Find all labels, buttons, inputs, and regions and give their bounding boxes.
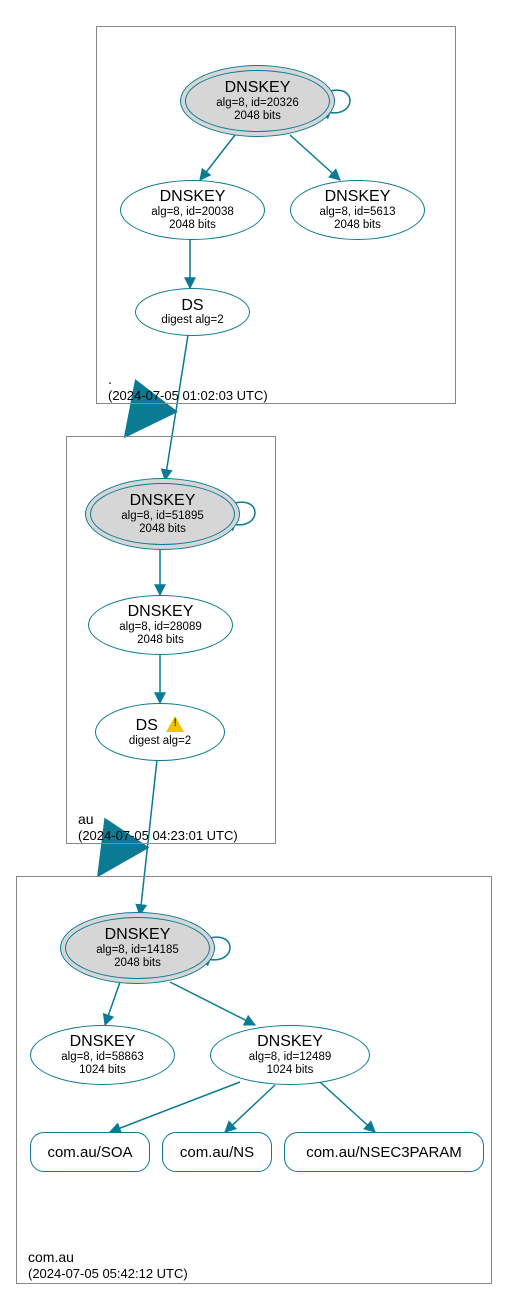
node-root-ds-title: DS xyxy=(181,297,203,315)
zone-root-label: . (2024-07-05 01:02:03 UTC) xyxy=(108,370,268,405)
zone-au-name: au xyxy=(78,810,238,828)
node-root-zsk2-sub2: 2048 bits xyxy=(334,219,381,232)
zone-root-name: . xyxy=(108,370,268,388)
node-comau-zsk-58863: DNSKEY alg=8, id=58863 1024 bits xyxy=(30,1025,175,1085)
node-au-ds-sub1: digest alg=2 xyxy=(129,735,191,748)
node-root-ds: DS digest alg=2 xyxy=(135,288,250,336)
node-au-ksk-sub1: alg=8, id=51895 xyxy=(121,510,204,523)
node-root-zsk-20038: DNSKEY alg=8, id=20038 2048 bits xyxy=(120,180,265,240)
node-comau-zsk2-title: DNSKEY xyxy=(257,1033,323,1051)
node-comau-ksk-title: DNSKEY xyxy=(105,926,171,944)
node-root-zsk1-sub2: 2048 bits xyxy=(169,219,216,232)
node-rr-soa: com.au/SOA xyxy=(30,1132,150,1172)
node-au-zsk: DNSKEY alg=8, id=28089 2048 bits xyxy=(88,595,233,655)
zone-au-label: au (2024-07-05 04:23:01 UTC) xyxy=(78,810,238,845)
node-root-zsk-5613: DNSKEY alg=8, id=5613 2048 bits xyxy=(290,180,425,240)
node-comau-zsk1-sub1: alg=8, id=58863 xyxy=(61,1051,144,1064)
node-root-ksk-sub1: alg=8, id=20326 xyxy=(216,97,299,110)
zone-comau-timestamp: (2024-07-05 05:42:12 UTC) xyxy=(28,1266,188,1283)
node-au-zsk-sub2: 2048 bits xyxy=(137,634,184,647)
zone-comau-label: com.au (2024-07-05 05:42:12 UTC) xyxy=(28,1248,188,1283)
node-comau-zsk2-sub2: 1024 bits xyxy=(267,1064,314,1077)
node-comau-zsk-12489: DNSKEY alg=8, id=12489 1024 bits xyxy=(210,1025,370,1085)
node-rr-n3p-label: com.au/NSEC3PARAM xyxy=(306,1144,462,1161)
node-root-zsk1-sub1: alg=8, id=20038 xyxy=(151,206,234,219)
node-rr-soa-label: com.au/SOA xyxy=(47,1144,132,1161)
node-rr-ns: com.au/NS xyxy=(162,1132,272,1172)
node-comau-zsk1-title: DNSKEY xyxy=(70,1033,136,1051)
node-comau-ksk-sub1: alg=8, id=14185 xyxy=(96,944,179,957)
node-rr-nsec3param: com.au/NSEC3PARAM xyxy=(284,1132,484,1172)
node-root-ksk-sub2: 2048 bits xyxy=(234,110,281,123)
node-root-zsk2-title: DNSKEY xyxy=(325,188,391,206)
node-au-ksk-sub2: 2048 bits xyxy=(139,523,186,536)
node-au-ksk-title: DNSKEY xyxy=(130,492,196,510)
node-root-zsk2-sub1: alg=8, id=5613 xyxy=(319,206,395,219)
node-root-ksk-title: DNSKEY xyxy=(225,79,291,97)
node-root-ds-sub1: digest alg=2 xyxy=(161,314,223,327)
node-root-ksk: DNSKEY alg=8, id=20326 2048 bits xyxy=(180,65,335,137)
node-au-ksk: DNSKEY alg=8, id=51895 2048 bits xyxy=(85,478,240,550)
node-comau-zsk2-sub1: alg=8, id=12489 xyxy=(249,1051,332,1064)
warning-icon xyxy=(166,716,184,732)
node-au-zsk-title: DNSKEY xyxy=(128,603,194,621)
dnssec-diagram: . (2024-07-05 01:02:03 UTC) DNSKEY alg=8… xyxy=(0,0,507,1299)
node-au-zsk-sub1: alg=8, id=28089 xyxy=(119,621,202,634)
node-au-ds-title-text: DS xyxy=(136,717,158,734)
edge-zone-au-to-comau xyxy=(100,843,120,873)
node-comau-ksk-sub2: 2048 bits xyxy=(114,957,161,970)
node-au-ds: DS digest alg=2 xyxy=(95,703,225,761)
node-rr-ns-label: com.au/NS xyxy=(180,1144,254,1161)
zone-comau-name: com.au xyxy=(28,1248,188,1266)
node-root-zsk1-title: DNSKEY xyxy=(160,188,226,206)
zone-root-timestamp: (2024-07-05 01:02:03 UTC) xyxy=(108,388,268,405)
node-au-ds-title: DS xyxy=(136,716,185,735)
zone-au-timestamp: (2024-07-05 04:23:01 UTC) xyxy=(78,828,238,845)
node-comau-zsk1-sub2: 1024 bits xyxy=(79,1064,126,1077)
edge-zone-root-to-au xyxy=(127,404,150,434)
node-comau-ksk: DNSKEY alg=8, id=14185 2048 bits xyxy=(60,912,215,984)
